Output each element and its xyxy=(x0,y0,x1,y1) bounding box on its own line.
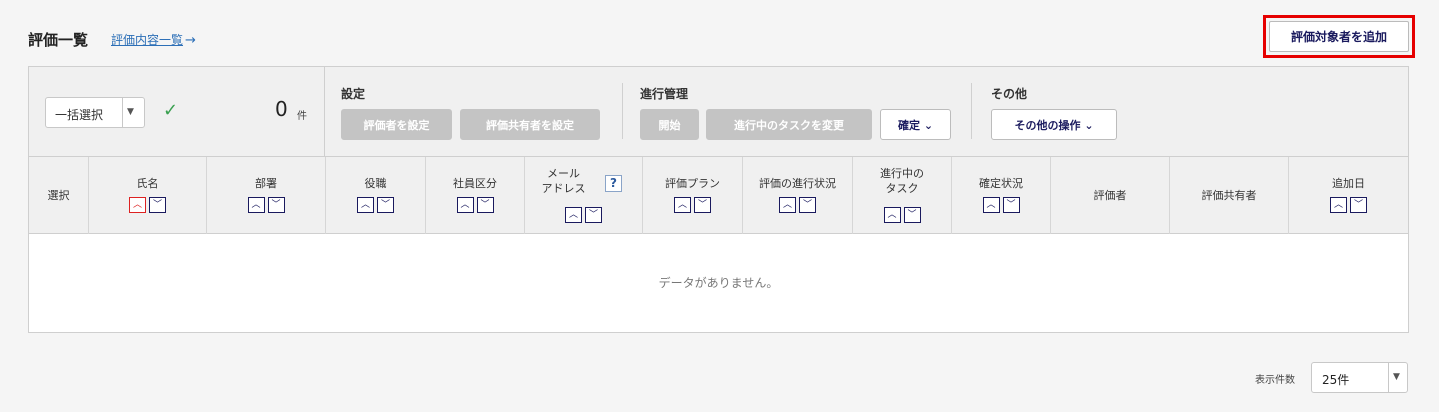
sort-controls: ︿ ﹀ xyxy=(952,197,1050,213)
column-label: 評価プラン xyxy=(665,177,720,190)
sort-desc-icon[interactable]: ﹀ xyxy=(694,197,711,213)
set-evaluator-button[interactable]: 評価者を設定 xyxy=(341,109,452,140)
start-button[interactable]: 開始 xyxy=(640,109,699,140)
sort-asc-icon[interactable]: ︿ xyxy=(247,197,265,213)
evaluation-panel: 一括選択 ▼ ✓ 0 件 設定 評価者を設定 評価共有者を設定 進行管理 開始 … xyxy=(28,66,1409,333)
selected-count: 0 xyxy=(275,97,288,121)
column-label: 評価者 xyxy=(1093,189,1127,202)
sort-asc-icon[interactable]: ︿ xyxy=(982,197,1000,213)
column-name: 氏名 ︿ ﹀ xyxy=(89,157,207,234)
sort-controls: ︿ ﹀ xyxy=(525,207,642,223)
group-divider xyxy=(971,83,972,139)
column-label: メール アドレス xyxy=(541,167,586,195)
column-select: 選択 xyxy=(29,157,89,234)
sort-asc-icon[interactable]: ︿ xyxy=(883,207,901,223)
sort-asc-icon[interactable]: ︿ xyxy=(129,197,146,213)
column-evaluation-sharer: 評価共有者 xyxy=(1170,157,1289,234)
sort-asc-icon[interactable]: ︿ xyxy=(1330,197,1347,213)
column-label: 評価の進行状況 xyxy=(759,177,836,190)
sort-controls: ︿ ﹀ xyxy=(426,197,524,213)
toolbar: 一括選択 ▼ ✓ 0 件 設定 評価者を設定 評価共有者を設定 進行管理 開始 … xyxy=(29,67,1408,157)
column-label: 進行中の タスク xyxy=(880,167,924,195)
sort-asc-icon[interactable]: ︿ xyxy=(565,207,582,223)
column-label: 役職 xyxy=(364,177,387,190)
settings-group-label: 設定 xyxy=(341,87,366,101)
column-label: 選択 xyxy=(47,189,70,202)
chevron-down-icon: ⌄ xyxy=(923,118,934,132)
confirm-dropdown[interactable]: 確定 ⌄ xyxy=(880,109,951,140)
column-task-in-progress: 進行中の タスク ︿ ﹀ xyxy=(853,157,952,234)
other-group-label: その他 xyxy=(991,87,1028,101)
sort-controls: ︿ ﹀ xyxy=(643,197,742,213)
sort-controls: ︿ ﹀ xyxy=(207,197,325,213)
change-task-in-progress-button[interactable]: 進行中のタスクを変更 xyxy=(706,109,872,140)
page-title: 評価一覧 xyxy=(28,31,89,49)
group-divider xyxy=(622,83,623,139)
sort-desc-icon[interactable]: ﹀ xyxy=(377,197,394,213)
add-evaluatee-button[interactable]: 評価対象者を追加 xyxy=(1269,21,1409,52)
toolbar-selection-area: 一括選択 ▼ ✓ 0 件 xyxy=(29,67,325,156)
chevron-down-icon: ⌄ xyxy=(1084,118,1094,132)
column-position: 役職 ︿ ﹀ xyxy=(326,157,426,234)
sort-asc-icon[interactable]: ︿ xyxy=(779,197,796,213)
sort-desc-icon[interactable]: ﹀ xyxy=(476,197,494,213)
bulk-select-dropdown[interactable]: 一括選択 ▼ xyxy=(45,97,145,128)
column-email: メール アドレス ? ︿ ﹀ xyxy=(525,157,643,234)
sort-desc-icon[interactable]: ﹀ xyxy=(267,197,285,213)
sort-controls: ︿ ﹀ xyxy=(89,197,206,213)
per-page-label: 表示件数 xyxy=(1255,375,1295,386)
column-label: 氏名 xyxy=(136,177,159,190)
sort-desc-icon[interactable]: ﹀ xyxy=(1350,197,1367,213)
sort-asc-icon[interactable]: ︿ xyxy=(357,197,374,213)
other-operations-dropdown[interactable]: その他の操作 ⌄ xyxy=(991,109,1117,140)
per-page-value: 25件 xyxy=(1322,373,1350,387)
column-added-date: 追加日 ︿ ﹀ xyxy=(1289,157,1408,234)
empty-message: データがありません。 xyxy=(658,276,779,290)
caret-down-icon: ▼ xyxy=(127,107,134,117)
sort-desc-icon[interactable]: ﹀ xyxy=(1002,197,1020,213)
sort-desc-icon[interactable]: ﹀ xyxy=(799,197,816,213)
list-link-label: 評価内容一覧 xyxy=(111,33,184,47)
bulk-select-label: 一括選択 xyxy=(55,108,104,122)
arrow-right-icon: → xyxy=(185,33,196,48)
column-label: 部署 xyxy=(255,177,277,190)
column-evaluation-progress: 評価の進行状況 ︿ ﹀ xyxy=(743,157,853,234)
progress-group-label: 進行管理 xyxy=(640,87,689,101)
sort-controls: ︿ ﹀ xyxy=(1289,197,1408,213)
dropdown-separator xyxy=(1388,363,1389,392)
table-header: 選択 氏名 ︿ ﹀ 部署 ︿ ﹀ 役職 ︿ ﹀ 社員区分 ︿ ﹀ メール アドレス ? … xyxy=(29,157,1408,234)
column-label: 社員区分 xyxy=(453,177,497,190)
column-employee-type: 社員区分 ︿ ﹀ xyxy=(426,157,525,234)
add-button-highlight: 評価対象者を追加 xyxy=(1263,15,1415,58)
column-evaluation-plan: 評価プラン ︿ ﹀ xyxy=(643,157,743,234)
check-icon: ✓ xyxy=(163,100,179,121)
sort-asc-icon[interactable]: ︿ xyxy=(674,197,691,213)
per-page-select[interactable]: 25件 ▼ xyxy=(1311,362,1408,393)
sort-controls: ︿ ﹀ xyxy=(326,197,425,213)
sort-asc-icon[interactable]: ︿ xyxy=(456,197,474,213)
column-evaluator: 評価者 xyxy=(1051,157,1170,234)
help-icon[interactable]: ? xyxy=(605,175,622,192)
evaluation-content-list-link[interactable]: 評価内容一覧 → xyxy=(111,31,196,48)
sort-desc-icon[interactable]: ﹀ xyxy=(585,207,602,223)
column-confirmation-status: 確定状況 ︿ ﹀ xyxy=(952,157,1051,234)
set-evaluation-sharer-button[interactable]: 評価共有者を設定 xyxy=(460,109,600,140)
column-department: 部署 ︿ ﹀ xyxy=(207,157,326,234)
sort-desc-icon[interactable]: ﹀ xyxy=(149,197,166,213)
sort-controls: ︿ ﹀ xyxy=(853,207,951,223)
selected-count-unit: 件 xyxy=(297,111,307,122)
confirm-dropdown-label: 確定 xyxy=(897,118,920,132)
sort-controls: ︿ ﹀ xyxy=(743,197,852,213)
sort-desc-icon[interactable]: ﹀ xyxy=(903,207,921,223)
dropdown-separator xyxy=(122,98,123,127)
column-label: 追加日 xyxy=(1332,177,1365,190)
column-label: 確定状況 xyxy=(979,177,1023,190)
caret-down-icon: ▼ xyxy=(1393,372,1400,382)
other-operations-label: その他の操作 xyxy=(1014,118,1081,132)
column-label: 評価共有者 xyxy=(1201,189,1257,202)
